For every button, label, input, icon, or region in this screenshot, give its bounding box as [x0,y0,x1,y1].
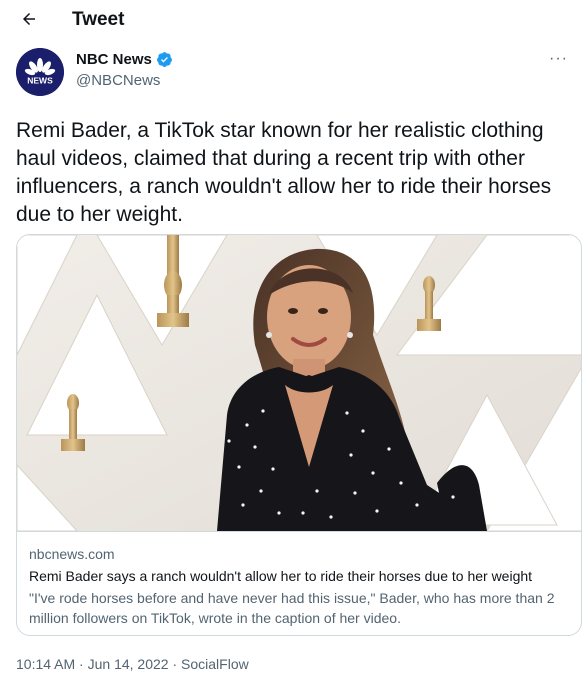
author-name-row[interactable]: NBC News [76,51,173,68]
card-photo [17,235,581,531]
meta-separator: · [168,656,182,672]
avatar-text: NEWS [27,76,53,86]
tweet-time[interactable]: 10:14 AM [16,656,75,672]
avatar[interactable]: NEWS [16,48,64,96]
more-options-button[interactable]: ··· [549,50,568,68]
author-display-name[interactable]: NBC News [76,51,152,68]
back-button[interactable] [16,6,42,32]
tweet-meta: 10:14 AM · Jun 14, 2022 · SocialFlow [16,656,249,672]
card-image[interactable] [17,235,581,531]
tweet-header: Tweet [0,0,586,38]
page-title: Tweet [72,9,125,30]
nbc-peacock-logo: NEWS [16,48,64,96]
card-title: Remi Bader says a ranch wouldn't allow h… [29,568,533,584]
card-body[interactable]: nbcnews.com Remi Bader says a ranch woul… [17,531,581,635]
meta-separator: · [75,656,88,672]
tweet-text: Remi Bader, a TikTok star known for her … [16,119,552,226]
author-handle[interactable]: @NBCNews [76,72,160,89]
arrow-left-icon [23,13,35,25]
link-card[interactable]: nbcnews.com Remi Bader says a ranch woul… [16,234,582,636]
card-description: "I've rode horses before and have never … [29,590,555,626]
tweet-date[interactable]: Jun 14, 2022 [88,656,169,672]
card-domain: nbcnews.com [29,546,115,562]
verified-badge-icon [156,52,172,67]
tweet-source[interactable]: SocialFlow [181,656,249,672]
